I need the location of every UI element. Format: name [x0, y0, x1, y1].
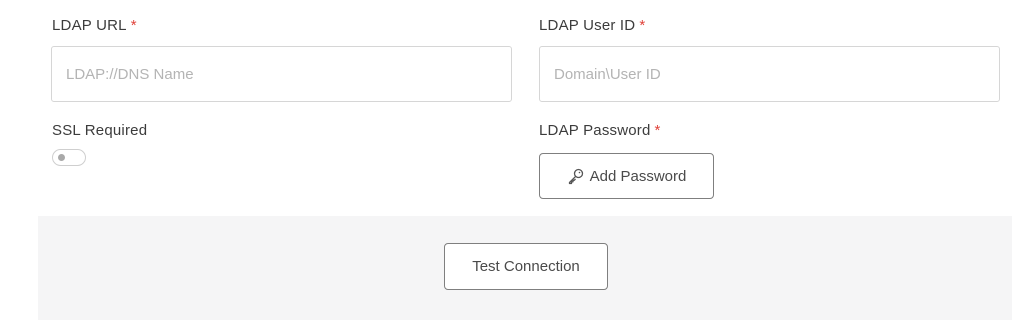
- required-asterisk: *: [639, 17, 646, 34]
- ldap-password-label-text: LDAP Password: [539, 122, 651, 139]
- add-password-button[interactable]: Add Password: [539, 153, 714, 199]
- ssl-required-toggle[interactable]: [52, 149, 86, 166]
- add-password-button-label: Add Password: [589, 167, 687, 185]
- required-asterisk: *: [654, 122, 661, 139]
- ldap-user-id-label: LDAP User ID *: [539, 17, 645, 35]
- required-asterisk: *: [130, 17, 137, 34]
- ldap-url-label: LDAP URL *: [52, 17, 137, 35]
- ldap-password-label: LDAP Password *: [539, 122, 661, 140]
- test-connection-button-label: Test Connection: [472, 258, 580, 275]
- ssl-required-label-text: SSL Required: [52, 122, 148, 139]
- key-icon: [567, 167, 585, 185]
- ssl-required-label: SSL Required: [52, 122, 147, 140]
- ldap-settings-form: LDAP URL* LDAP User ID* SSL Required LDA…: [0, 0, 1012, 320]
- ldap-user-id-input[interactable]: [539, 46, 1000, 102]
- ldap-url-label-text: LDAP URL: [52, 17, 127, 34]
- test-connection-button[interactable]: Test Connection: [444, 243, 608, 290]
- ldap-url-input[interactable]: [51, 46, 512, 102]
- toggle-knob: [58, 154, 65, 161]
- ldap-user-id-label-text: LDAP User ID: [539, 17, 636, 34]
